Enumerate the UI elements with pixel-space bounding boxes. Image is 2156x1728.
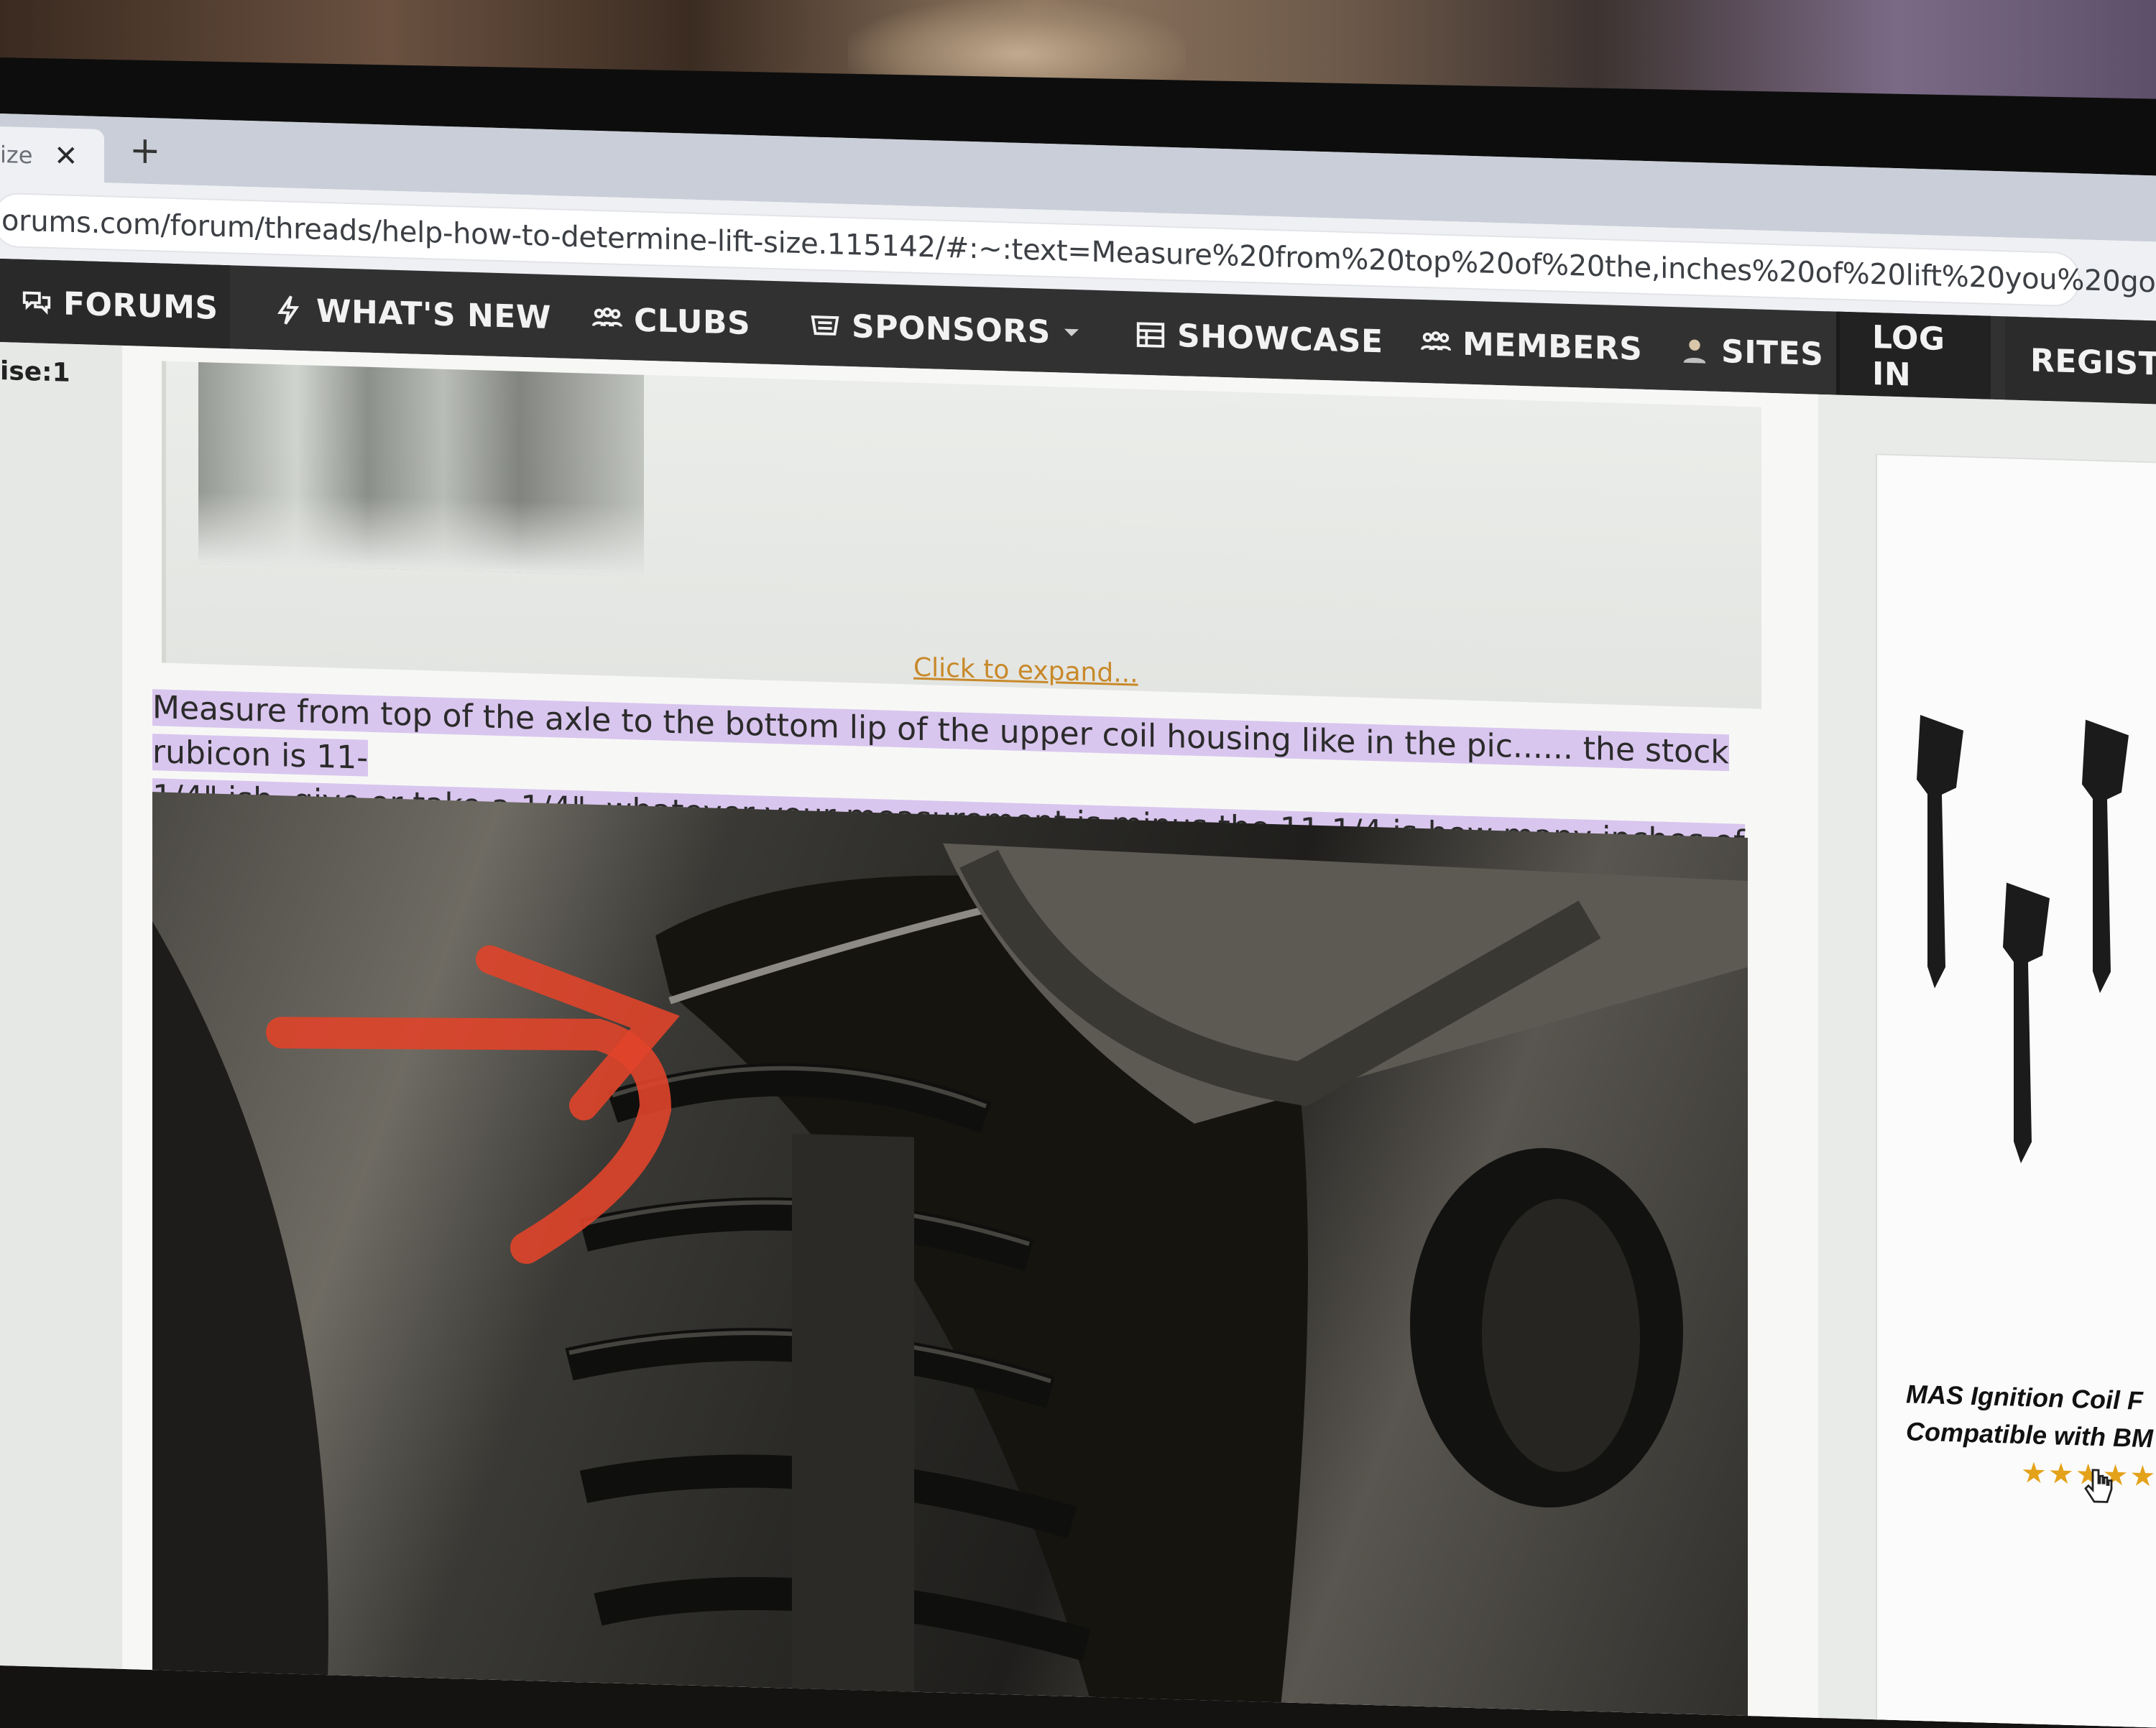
close-icon[interactable]: ✕ <box>54 139 78 173</box>
quote-block: Click to expand... <box>162 361 1761 709</box>
nav-label: SITES <box>1721 333 1824 373</box>
nav-label: FORUMS <box>63 285 218 327</box>
storefront-icon <box>808 308 842 342</box>
ad-title-line: Compatible with BM <box>1906 1416 2153 1454</box>
click-to-expand-link[interactable]: Click to expand... <box>913 653 1138 689</box>
table-grid-icon <box>1134 318 1167 351</box>
login-label: LOG IN <box>1872 319 1945 394</box>
post-photo[interactable] <box>152 792 1748 1728</box>
lightning-icon <box>273 293 306 327</box>
nav-item-forums[interactable]: FORUMS <box>20 284 218 327</box>
hand-pointer-icon <box>2084 1469 2113 1503</box>
nav-item-whats-new[interactable]: WHAT'S NEW <box>273 291 551 336</box>
user-badge-icon <box>1678 333 1711 367</box>
nav-label: MEMBERS <box>1462 325 1643 368</box>
register-button[interactable]: REGISTE <box>2005 316 2156 405</box>
monitor-screen: ize ✕ + orums.com/forum/threads/help-how… <box>0 114 2156 1728</box>
quoted-image[interactable] <box>198 361 644 576</box>
post-content: Click to expand... Measure from top of t… <box>122 345 1818 1728</box>
ad-product-title[interactable]: MAS Ignition Coil F Compatible with BM <box>1906 1375 2156 1458</box>
post-text-line: Measure from top of the axle to the bott… <box>152 689 1729 777</box>
suspension-photo-illustration <box>152 843 1748 1728</box>
group-icon <box>591 302 624 336</box>
sidebar-ad[interactable]: MAS Ignition Coil F Compatible with BM ★… <box>1876 453 2156 1728</box>
nav-label: WHAT'S NEW <box>316 292 551 336</box>
ad-title-line: MAS Ignition Coil F <box>1906 1379 2143 1415</box>
nav-label: CLUBS <box>634 301 751 342</box>
login-button[interactable]: LOG IN <box>1840 311 1991 399</box>
nav-item-sponsors[interactable]: SPONSORS <box>808 306 1082 351</box>
browser-tab[interactable]: ize ✕ <box>0 126 104 183</box>
group-icon <box>1419 326 1452 360</box>
nav-label: SHOWCASE <box>1177 317 1383 360</box>
ignition-coil-product-image <box>1917 714 2129 1164</box>
nav-item-clubs[interactable]: CLUBS <box>591 300 750 342</box>
nav-item-members[interactable]: MEMBERS <box>1419 324 1642 368</box>
chevron-down-icon[interactable] <box>1061 314 1082 351</box>
register-label: REGISTE <box>2030 341 2156 383</box>
chat-bubbles-icon <box>20 286 53 320</box>
nav-item-showcase[interactable]: SHOWCASE <box>1134 315 1383 360</box>
user-stat-text: ise:1 <box>0 356 70 388</box>
nav-item-sites[interactable]: SITES <box>1678 331 1858 374</box>
left-gutter <box>0 342 122 1711</box>
tab-title: ize <box>0 141 33 170</box>
right-sidebar: MAS Ignition Coil F Compatible with BM ★… <box>1818 394 2156 1728</box>
new-tab-button[interactable]: + <box>129 129 161 172</box>
nav-label: SPONSORS <box>852 308 1051 351</box>
